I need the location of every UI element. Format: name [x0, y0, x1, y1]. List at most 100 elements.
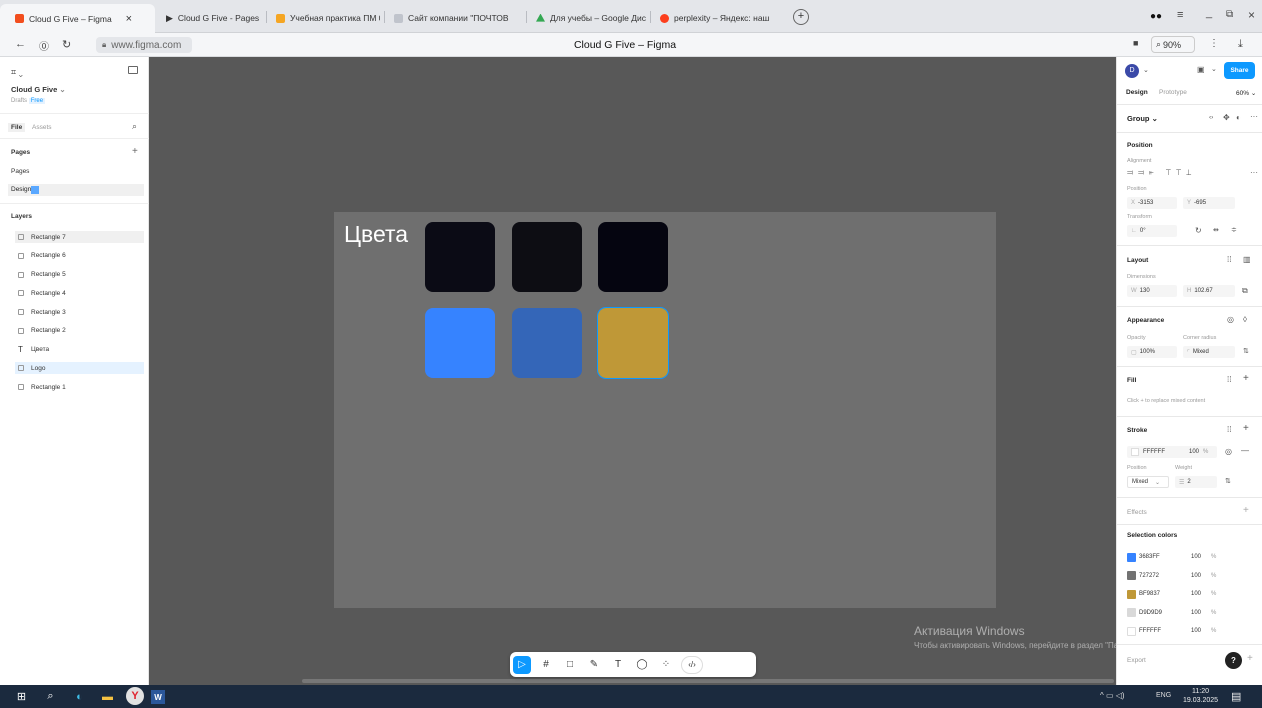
corner-radius-field[interactable]: ⌜ Mixed — [1183, 346, 1235, 358]
share-button[interactable]: Share — [1224, 62, 1255, 79]
windows-start-icon[interactable]: ⊞ — [14, 689, 29, 704]
auto-layout-icon[interactable]: ▥ — [1243, 255, 1251, 264]
edge-icon[interactable]: ◐ — [72, 689, 87, 704]
help-button[interactable]: ? — [1225, 652, 1242, 669]
more-icon[interactable]: ··· — [1250, 168, 1258, 177]
selection-color-row[interactable]: BF9837 100% — [1127, 588, 1217, 600]
minimize-icon[interactable]: _ — [1206, 7, 1212, 19]
chevron-down-icon[interactable]: ⌄ — [1211, 65, 1217, 73]
layer-item[interactable]: Rectangle 1 — [15, 381, 144, 393]
layer-item[interactable]: Rectangle 6 — [15, 250, 144, 262]
color-swatch[interactable] — [511, 222, 582, 292]
notifications-icon[interactable]: ▤ — [1231, 690, 1241, 703]
selection-color-row[interactable]: 3683FF 100% — [1127, 551, 1217, 563]
add-page-icon[interactable]: + — [132, 146, 138, 157]
color-chip[interactable] — [1127, 626, 1136, 636]
styles-icon[interactable]: ⁞⁞ — [1227, 425, 1231, 434]
tab-file[interactable]: File — [8, 123, 26, 132]
url-field[interactable]: 🔒︎ www.figma.com — [96, 37, 192, 53]
components-tool-icon[interactable]: ⁘ — [657, 656, 675, 674]
tab-prototype[interactable]: Prototype — [1159, 89, 1187, 96]
reload-icon[interactable]: ↻ — [62, 38, 71, 51]
layer-item[interactable]: Rectangle 3 — [15, 306, 144, 318]
shape-tool-icon[interactable]: □ — [561, 656, 579, 674]
zoom-indicator[interactable]: ⌕ 90% — [1151, 36, 1195, 53]
color-swatch[interactable] — [511, 308, 582, 378]
tab-practice[interactable]: Учебная практика ПМ 08 — [276, 9, 380, 27]
color-chip[interactable] — [1127, 608, 1136, 618]
dev-mode-icon[interactable]: ‹/› — [681, 655, 703, 674]
add-export-icon[interactable]: + — [1247, 653, 1253, 664]
bookmark-icon[interactable]: ■ — [1133, 38, 1138, 48]
rotation-field[interactable]: ∟ 0° — [1127, 225, 1177, 237]
visibility-icon[interactable]: ◎ — [1227, 315, 1234, 324]
independent-corners-icon[interactable]: ⇅ — [1243, 347, 1249, 355]
download-icon[interactable]: ⤓ — [1238, 38, 1243, 51]
color-chip[interactable] — [1127, 589, 1136, 599]
color-chip[interactable] — [1127, 552, 1136, 562]
remove-stroke-icon[interactable]: — — [1241, 446, 1249, 455]
add-fill-icon[interactable]: + — [1243, 373, 1249, 384]
constrain-proportions-icon[interactable]: ⧉ — [1242, 286, 1248, 296]
file-name[interactable]: Cloud G Five ⌄ — [11, 85, 66, 94]
text-tool-icon[interactable]: T — [609, 656, 627, 674]
tab-cloud-g-five-pages[interactable]: ▶ Cloud G Five - Pages — [166, 9, 262, 27]
styles-icon[interactable]: ⁞⁞ — [1227, 375, 1231, 384]
figma-menu-icon[interactable]: ⌗ ⌄ — [11, 67, 23, 78]
frame-colors[interactable]: Цвета — [334, 212, 996, 608]
back-icon[interactable]: ← — [15, 38, 26, 50]
blend-mode-icon[interactable]: ◊ — [1243, 315, 1247, 324]
language-indicator[interactable]: ENG — [1156, 692, 1171, 699]
alignment-buttons[interactable]: ⫤⫤⫦ ⊤⊤⊥ — [1127, 168, 1196, 178]
page-item-design[interactable]: Design — [8, 184, 144, 196]
stroke-sides-icon[interactable]: ⇅ — [1225, 477, 1231, 485]
search-icon[interactable]: ⌕ — [43, 689, 58, 704]
more-options-icon[interactable]: ⋮ — [1209, 38, 1219, 49]
selection-color-row[interactable]: D9D9D9 100% — [1127, 607, 1217, 619]
layer-item[interactable]: Rectangle 7 — [15, 231, 144, 243]
move-tool-icon[interactable]: ▷ — [513, 655, 531, 674]
stroke-position-select[interactable]: Mixed ⌄ — [1127, 476, 1169, 488]
tab-design[interactable]: Design — [1126, 89, 1148, 96]
file-explorer-icon[interactable]: ▬ — [100, 689, 115, 704]
incognito-icon[interactable]: ●● — [1150, 11, 1162, 22]
word-icon[interactable]: W — [151, 690, 165, 704]
avatar[interactable]: D — [1125, 64, 1139, 78]
layer-item[interactable]: Rectangle 4 — [15, 287, 144, 299]
page-item-pages[interactable]: Pages — [11, 168, 29, 175]
mask-icon[interactable]: ◐ — [1236, 113, 1241, 122]
frame-title[interactable]: Цвета — [344, 221, 408, 248]
stroke-color-field[interactable]: FFFFFF 100 % — [1127, 446, 1217, 458]
stroke-weight-field[interactable]: ☰ 2 — [1175, 476, 1217, 488]
color-swatch[interactable] — [425, 222, 495, 292]
present-icon[interactable]: ▣ — [1197, 65, 1205, 74]
grid-icon[interactable]: ⁞⁞ — [1227, 255, 1231, 264]
flip-horizontal-icon[interactable]: ⇹ — [1213, 226, 1219, 234]
tab-cloud-g-five-figma[interactable]: Cloud G Five – Figma × — [0, 4, 155, 33]
component-icon[interactable]: ✥ — [1223, 113, 1230, 122]
tab-close-icon[interactable]: × — [126, 13, 132, 25]
layer-item[interactable]: Rectangle 2 — [15, 325, 144, 337]
tab-perplexity[interactable]: perplexity – Яндекс: наш — [660, 9, 782, 27]
add-effect-icon[interactable]: + — [1243, 505, 1249, 516]
comment-tool-icon[interactable]: ◯ — [633, 656, 651, 674]
layer-item[interactable]: Logo — [15, 362, 144, 375]
yandex-shield-icon[interactable]: ⓪ — [39, 38, 49, 53]
panel-toggle-icon[interactable] — [128, 66, 138, 74]
selection-color-row[interactable]: 727272 100% — [1127, 570, 1217, 582]
selection-color-row[interactable]: FFFFFF 100% — [1127, 625, 1217, 637]
more-icon[interactable]: ··· — [1250, 112, 1258, 121]
tab-google-drive[interactable]: Для учебы – Google Дис — [536, 9, 646, 27]
rotate-icon[interactable]: ↻ — [1195, 226, 1202, 235]
close-window-icon[interactable]: × — [1248, 8, 1255, 22]
yandex-browser-icon[interactable]: Y — [126, 687, 144, 705]
clock[interactable]: 11:20 19.03.2025 — [1183, 687, 1218, 705]
layer-item[interactable]: Rectangle 5 — [15, 269, 144, 281]
tab-company-site[interactable]: Сайт компании "ПОЧТОВ — [394, 9, 522, 27]
color-chip[interactable] — [1127, 571, 1136, 581]
color-swatch[interactable] — [598, 222, 668, 292]
color-swatch[interactable] — [425, 308, 495, 378]
selection-type[interactable]: Group ⌄ — [1127, 114, 1158, 123]
x-field[interactable]: X -3153 — [1127, 197, 1177, 209]
new-tab-button[interactable]: + — [793, 9, 809, 25]
